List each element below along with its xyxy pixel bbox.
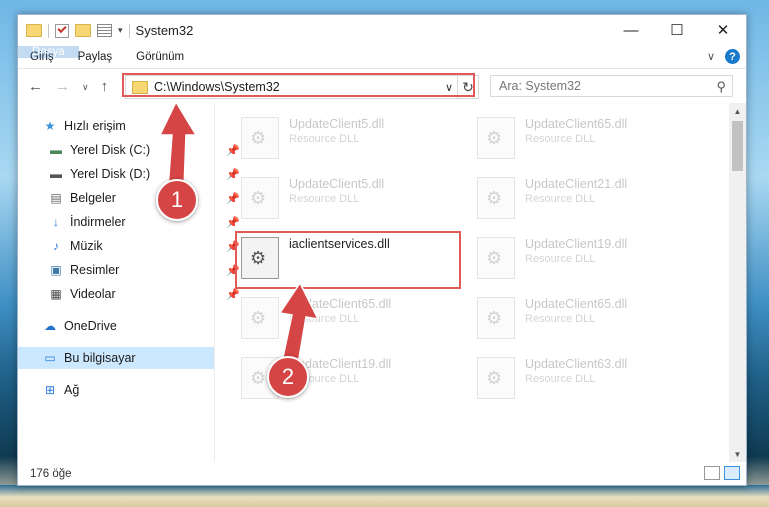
- step-1-badge: 1: [156, 179, 198, 221]
- annotation-layer: [158, 100, 320, 365]
- arrow-up-icon: [278, 281, 320, 365]
- arrow-up-icon: [158, 100, 198, 189]
- step-2-badge: 2: [267, 356, 309, 398]
